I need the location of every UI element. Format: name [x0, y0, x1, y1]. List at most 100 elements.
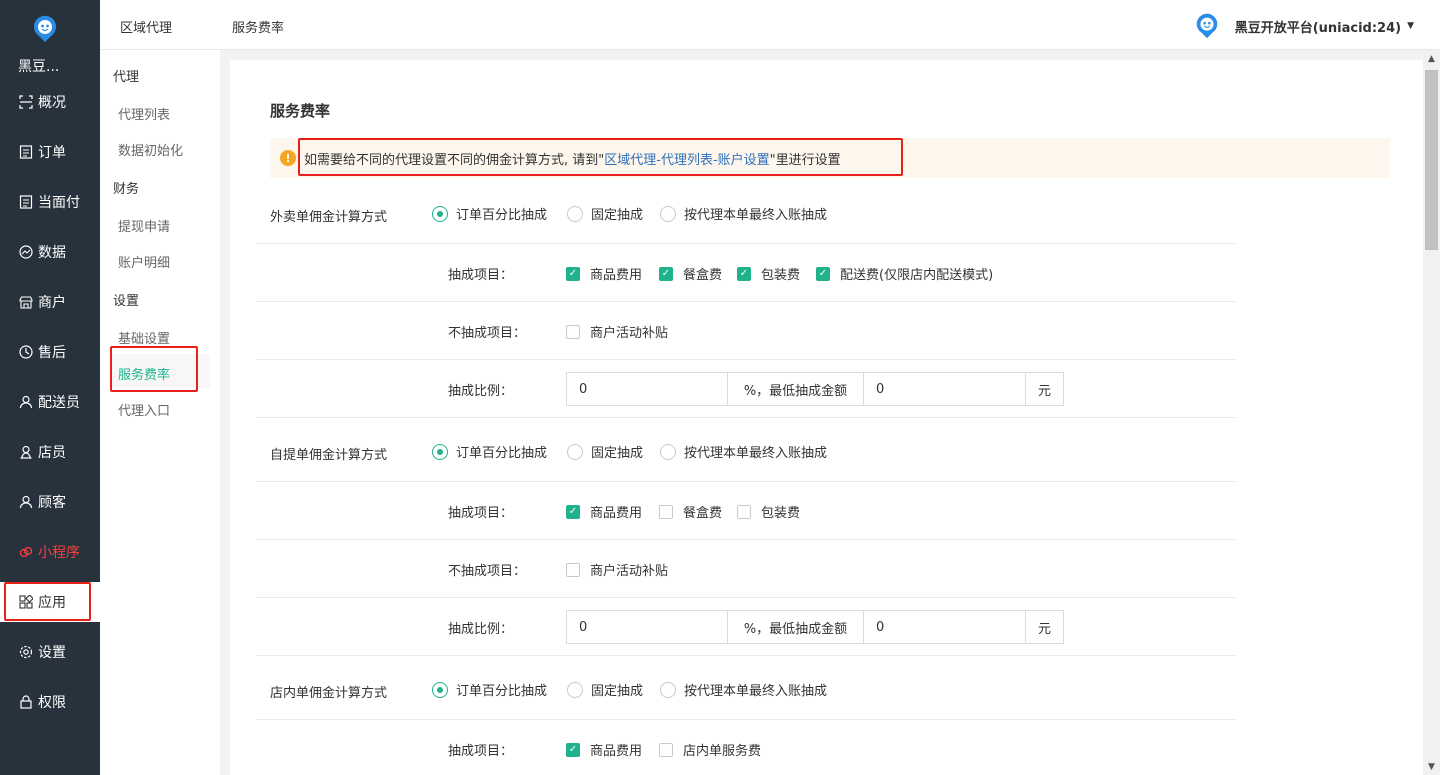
logo-icon: [34, 15, 56, 42]
dinein-radio-fixed[interactable]: 固定抽成: [567, 680, 643, 699]
subnav-withdraw[interactable]: 提现申请: [118, 216, 170, 235]
nav-clerk[interactable]: 店员: [0, 432, 100, 472]
nav-pay[interactable]: 当面付: [0, 182, 100, 222]
checkbox: ✓: [566, 266, 580, 281]
pickup-items-label: 抽成项目：: [448, 506, 514, 521]
subnav-group-settings: 设置: [113, 294, 140, 309]
subnav-agent-entry[interactable]: 代理入口: [118, 400, 170, 419]
nav-permission[interactable]: 权限: [0, 682, 100, 722]
pickup-radio-fixed[interactable]: 固定抽成: [567, 442, 643, 461]
header-crumb-fee-rate[interactable]: 服务费率: [232, 17, 284, 36]
radio-circle: [567, 681, 583, 698]
radio-label: 按代理本单最终入账抽成: [684, 684, 828, 699]
checkbox-label: 餐盒费: [683, 268, 723, 283]
takeout-item-packfee[interactable]: ✓ 包装费: [737, 264, 800, 283]
radio-circle: [432, 681, 448, 698]
nav-settings-label: 设置: [38, 645, 66, 661]
takeout-items-row: 抽成项目： ✓ 商品费用 ✓ 餐盒费 ✓ 包装费 ✓ 配送费(仅限店内配送模式): [256, 244, 1236, 302]
radio-circle: [432, 443, 448, 460]
pickup-item-goods[interactable]: ✓ 商品费用: [566, 502, 642, 521]
nav-order[interactable]: 订单: [0, 132, 100, 172]
pay-icon: [18, 194, 34, 210]
user-icon: [18, 394, 34, 410]
dinein-item-service[interactable]: 店内单服务费: [659, 740, 761, 759]
nav-mini-program[interactable]: 小程序: [0, 532, 100, 572]
checkbox: [566, 562, 580, 577]
checkbox-label: 配送费(仅限店内配送模式): [840, 268, 994, 283]
takeout-item-boxfee[interactable]: ✓ 餐盒费: [659, 264, 722, 283]
takeout-item-delivery[interactable]: ✓ 配送费(仅限店内配送模式): [816, 264, 993, 283]
dinein-radio-final[interactable]: 按代理本单最终入账抽成: [660, 680, 827, 699]
takeout-radio-fixed[interactable]: 固定抽成: [567, 204, 643, 223]
takeout-radio-final[interactable]: 按代理本单最终入账抽成: [660, 204, 827, 223]
takeout-min-input[interactable]: [864, 372, 1026, 406]
page-scrollbar[interactable]: ▲ ▼: [1423, 50, 1440, 775]
pickup-exclude-row: 不抽成项目： 商户活动补贴: [256, 540, 1236, 598]
pickup-exclude-label: 不抽成项目：: [448, 564, 527, 579]
pickup-items-row: 抽成项目： ✓ 商品费用 餐盒费 包装费: [256, 482, 1236, 540]
takeout-radio-percent[interactable]: 订单百分比抽成: [432, 204, 547, 223]
radio-circle: [432, 205, 448, 222]
subnav-group-finance: 财务: [113, 182, 140, 197]
checkbox: [566, 324, 580, 339]
overview-icon: [18, 94, 34, 110]
dinein-item-goods[interactable]: ✓ 商品费用: [566, 740, 642, 759]
dinein-items-row: 抽成项目： ✓ 商品费用 店内单服务费: [256, 720, 1236, 775]
nav-data[interactable]: 数据: [0, 232, 100, 272]
takeout-exclude-subsidy[interactable]: 商户活动补贴: [566, 322, 668, 341]
checkbox-label: 包装费: [761, 506, 801, 521]
pickup-min-input[interactable]: [864, 610, 1026, 644]
radio-label: 固定抽成: [591, 684, 644, 699]
nav-courier[interactable]: 配送员: [0, 382, 100, 422]
checkbox: ✓: [816, 266, 830, 281]
checkbox: [737, 504, 751, 519]
pickup-exclude-subsidy[interactable]: 商户活动补贴: [566, 560, 668, 579]
pickup-item-packfee[interactable]: 包装费: [737, 502, 800, 521]
checkbox-label: 商户活动补贴: [590, 564, 669, 579]
checkbox: [659, 504, 673, 519]
takeout-method-label: 外卖单佣金计算方式: [270, 210, 388, 225]
scroll-down-icon[interactable]: ▼: [1423, 758, 1440, 775]
scroll-thumb[interactable]: [1425, 70, 1438, 250]
pickup-ratio-input[interactable]: [566, 610, 728, 644]
nav-overview[interactable]: 概况: [0, 82, 100, 122]
subnav-agent-list[interactable]: 代理列表: [118, 104, 170, 123]
dinein-method-row: 店内单佣金计算方式 订单百分比抽成 固定抽成 按代理本单最终入账抽成: [256, 662, 1236, 720]
takeout-item-goods[interactable]: ✓ 商品费用: [566, 264, 642, 283]
header-crumb-agent[interactable]: 区域代理: [120, 17, 172, 36]
nav-customer[interactable]: 顾客: [0, 482, 100, 522]
nav-mini-program-label: 小程序: [38, 545, 80, 561]
gear-icon: [18, 644, 34, 660]
pickup-radio-final[interactable]: 按代理本单最终入账抽成: [660, 442, 827, 461]
radio-label: 按代理本单最终入账抽成: [684, 208, 828, 223]
user-menu[interactable]: 黑豆开放平台(uniacid:24) ▼: [1193, 12, 1414, 40]
chevron-down-icon: ▼: [1407, 21, 1414, 31]
checkbox-label: 包装费: [761, 268, 801, 283]
takeout-ratio-group: %，最低抽成金额 元: [566, 372, 1064, 406]
nav-clerk-label: 店员: [38, 445, 66, 461]
subnav-basic-settings[interactable]: 基础设置: [118, 328, 170, 347]
nav-overview-label: 概况: [38, 95, 66, 111]
nav-after-sale[interactable]: 售后: [0, 332, 100, 372]
subnav-data-init[interactable]: 数据初始化: [118, 140, 183, 159]
nav-customer-label: 顾客: [38, 495, 66, 511]
checkbox-label: 店内单服务费: [683, 744, 762, 759]
user-name: 黑豆开放平台(uniacid:24): [1234, 20, 1402, 36]
scroll-up-icon[interactable]: ▲: [1423, 50, 1440, 67]
nav-merchant[interactable]: 商户: [0, 282, 100, 322]
nav-settings[interactable]: 设置: [0, 632, 100, 672]
takeout-exclude-row: 不抽成项目： 商户活动补贴: [256, 302, 1236, 360]
radio-label: 订单百分比抽成: [456, 684, 548, 699]
service-icon: [18, 344, 34, 360]
pickup-item-boxfee[interactable]: 餐盒费: [659, 502, 722, 521]
dinein-radio-percent[interactable]: 订单百分比抽成: [432, 680, 547, 699]
takeout-ratio-row: 抽成比例： %，最低抽成金额 元: [256, 360, 1236, 418]
radio-circle: [567, 205, 583, 222]
checkbox-label: 商品费用: [590, 268, 643, 283]
pickup-radio-percent[interactable]: 订单百分比抽成: [432, 442, 547, 461]
subnav-account-detail[interactable]: 账户明细: [118, 252, 170, 271]
radio-label: 订单百分比抽成: [456, 446, 548, 461]
nav-order-label: 订单: [38, 145, 66, 161]
nav-data-label: 数据: [38, 245, 66, 261]
takeout-ratio-input[interactable]: [566, 372, 728, 406]
